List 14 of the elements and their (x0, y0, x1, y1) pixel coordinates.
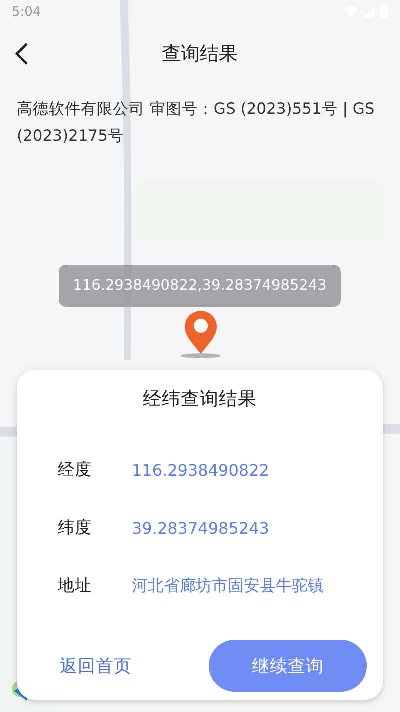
field-value: 河北省廊坊市固安县牛驼镇 (132, 576, 324, 596)
home-link[interactable]: 返回首页 (34, 640, 158, 692)
field-label: 纬度 (58, 517, 93, 539)
status-time: 5:04 (12, 4, 42, 20)
map-copyright: 高德软件有限公司 审图号：GS (2023)551号 | GS (2023)2175号 (17, 99, 376, 147)
card-title: 经纬查询结果 (142, 388, 258, 412)
location-pin-icon (179, 310, 223, 360)
field-value: 116.2938490822 (132, 460, 270, 480)
continue-button[interactable]: 继续查询 (209, 640, 367, 692)
page-title: 查询结果 (162, 42, 238, 67)
coordinate-tooltip: 116.2938490822,39.28374985243 (59, 265, 341, 307)
field-label: 地址 (58, 575, 93, 597)
field-label: 经度 (58, 459, 93, 481)
field-value: 39.28374985243 (132, 518, 270, 538)
